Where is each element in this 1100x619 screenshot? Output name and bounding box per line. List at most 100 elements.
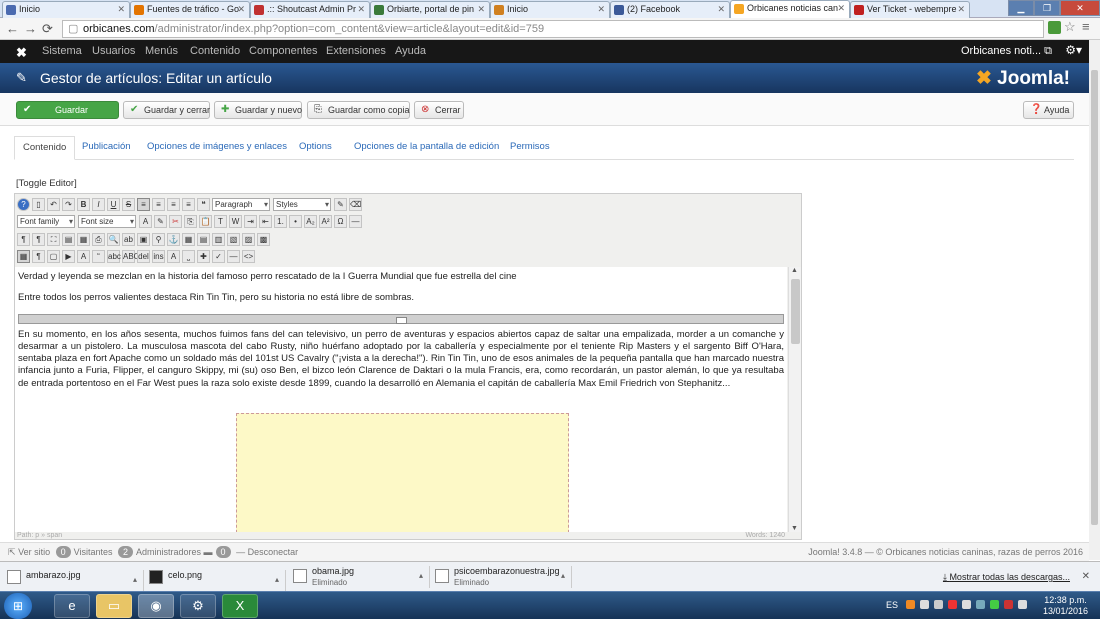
table-split-icon[interactable]: ▧ [227, 233, 240, 246]
help-button[interactable]: ❓ Ayuda [1023, 101, 1074, 119]
print-icon[interactable]: ⎙ [92, 233, 105, 246]
joomla-logo-icon[interactable]: ✖ [16, 45, 27, 61]
media-icon[interactable]: ▶ [62, 250, 75, 263]
del-icon[interactable]: del [137, 250, 150, 263]
tray-app-icon[interactable] [948, 600, 957, 609]
unordered-list-icon[interactable]: • [289, 215, 302, 228]
menu-item-extensiones[interactable]: Extensiones [326, 45, 386, 57]
download-item[interactable]: ambarazo.jpg ▴ [4, 570, 144, 592]
view-site-link[interactable]: ⇱ Ver sitio [8, 547, 50, 557]
cut-icon[interactable]: ✂ [169, 215, 182, 228]
chevron-up-icon[interactable]: ▴ [133, 574, 137, 585]
tab-imagenes-enlaces[interactable]: Opciones de imágenes y enlaces [147, 136, 287, 160]
anchor-icon[interactable]: ⚓ [167, 233, 180, 246]
align-right-icon[interactable]: ≡ [182, 198, 195, 211]
tray-app-icon[interactable] [934, 600, 943, 609]
ltr-icon[interactable]: ¶ [17, 233, 30, 246]
outdent-icon[interactable]: ⇤ [259, 215, 272, 228]
horizontal-rule-icon[interactable]: — [349, 215, 362, 228]
acronym-icon[interactable]: ABC [122, 250, 139, 263]
tab-contenido[interactable]: Contenido [14, 136, 76, 160]
help-icon[interactable]: ? [17, 198, 30, 211]
menu-item-sistema[interactable]: Sistema [42, 45, 82, 57]
maximize-icon[interactable]: ❐ [1034, 0, 1060, 16]
download-item[interactable]: celo.png ▴ [146, 570, 286, 592]
logout-link[interactable]: — Desconectar [236, 547, 298, 557]
strikethrough-icon[interactable]: S [122, 198, 135, 211]
font-size-select[interactable]: Font size [78, 215, 136, 228]
scroll-thumb[interactable] [1091, 70, 1098, 525]
ie-icon[interactable]: e [54, 594, 90, 618]
close-icon[interactable]: ✕ [957, 2, 965, 17]
bookmark-star-icon[interactable]: ☆ [1064, 19, 1076, 35]
table-delete-icon[interactable]: ▩ [257, 233, 270, 246]
editor-content[interactable]: Verdad y leyenda se mezclan en la histor… [15, 267, 787, 532]
layer-icon[interactable]: ▢ [47, 250, 60, 263]
browser-tab[interactable]: Inicio ✕ [2, 1, 130, 18]
scroll-thumb[interactable] [791, 279, 800, 344]
rtl-icon[interactable]: ¶ [32, 233, 45, 246]
tray-app-icon[interactable] [976, 600, 985, 609]
close-icon[interactable]: ✕ [357, 2, 365, 17]
close-icon[interactable]: ✕ [477, 2, 485, 17]
start-button[interactable]: ⊞ [4, 593, 32, 619]
subscript-icon[interactable]: A₂ [304, 215, 317, 228]
back-icon[interactable]: ← [6, 21, 19, 37]
italic-icon[interactable]: I [92, 198, 105, 211]
menu-item-componentes[interactable]: Componentes [249, 45, 318, 57]
ordered-list-icon[interactable]: 1. [274, 215, 287, 228]
styleprops-icon[interactable]: A [77, 250, 90, 263]
font-family-select[interactable]: Font family [17, 215, 75, 228]
forward-icon[interactable]: → [24, 21, 37, 37]
cleanup-icon[interactable]: ⌫ [349, 198, 362, 211]
save-button[interactable]: ✔ Guardar [16, 101, 119, 119]
bold-icon[interactable]: B [77, 198, 90, 211]
save-copy-button[interactable]: ⎘ Guardar como copia [307, 101, 410, 119]
browser-tab[interactable]: Ver Ticket - webempre ✕ [850, 1, 970, 18]
undo-icon[interactable]: ↶ [47, 198, 60, 211]
cite-icon[interactable]: “ [92, 250, 105, 263]
chevron-up-icon[interactable]: ▴ [275, 574, 279, 585]
show-all-downloads-link[interactable]: ⤓ Mostrar todas las descargas... [943, 572, 1070, 583]
image-placeholder[interactable] [236, 413, 569, 532]
reload-icon[interactable]: ⟳ [42, 21, 53, 37]
close-icon[interactable]: ✕ [597, 2, 605, 17]
close-icon[interactable]: ✕ [117, 2, 125, 17]
visual-aid-icon[interactable]: ▦ [17, 250, 30, 263]
table-col-icon[interactable]: ▥ [212, 233, 225, 246]
close-window-icon[interactable]: ✕ [1060, 0, 1100, 16]
align-left-icon[interactable]: ≡ [167, 198, 180, 211]
highlight-icon[interactable]: ✎ [154, 215, 167, 228]
fullscreen-icon[interactable]: ⛶ [47, 233, 60, 246]
volume-muted-icon[interactable] [1004, 600, 1013, 609]
table-icon[interactable]: ▦ [182, 233, 195, 246]
special-char-icon[interactable]: Ω [334, 215, 347, 228]
save-new-button[interactable]: ✚ Guardar y nuevo [214, 101, 302, 119]
menu-item-ayuda[interactable]: Ayuda [395, 45, 426, 57]
download-item[interactable]: psicoembarazonuestra.jpg Eliminado ▴ [432, 566, 572, 588]
paragraph-icon[interactable]: ¶ [32, 250, 45, 263]
browser-tab[interactable]: Fuentes de tráfico - Go ✕ [130, 1, 250, 18]
menu-item-usuarios[interactable]: Usuarios [92, 45, 135, 57]
close-icon[interactable]: ✕ [717, 2, 725, 17]
close-icon[interactable]: ✕ [837, 1, 845, 16]
page-scrollbar[interactable] [1089, 40, 1100, 560]
close-icon[interactable]: ✕ [237, 2, 245, 17]
styles-select[interactable]: Styles [273, 198, 331, 211]
chevron-up-icon[interactable]: ▴ [561, 570, 565, 581]
tab-permisos[interactable]: Permisos [510, 136, 550, 160]
explorer-icon[interactable]: ▭ [96, 594, 132, 618]
table-row-icon[interactable]: ▤ [197, 233, 210, 246]
attributes-icon[interactable]: A [167, 250, 180, 263]
read-more-separator[interactable] [18, 313, 784, 324]
tab-publicacion[interactable]: Publicación [82, 136, 131, 160]
menu-icon[interactable]: ≡ [1082, 19, 1090, 34]
copy-icon[interactable]: ⎘ [184, 215, 197, 228]
tab-pantalla-edicion[interactable]: Opciones de la pantalla de edición [354, 136, 499, 160]
clock[interactable]: 12:38 p.m. 13/01/2016 [1043, 595, 1088, 617]
excel-icon[interactable]: X [222, 594, 258, 618]
tray-app-icon[interactable] [906, 600, 915, 609]
menu-item-menus[interactable]: Menús [145, 45, 178, 57]
chevron-up-icon[interactable]: ▴ [419, 570, 423, 581]
blockquote-icon[interactable]: ❝ [197, 198, 210, 211]
